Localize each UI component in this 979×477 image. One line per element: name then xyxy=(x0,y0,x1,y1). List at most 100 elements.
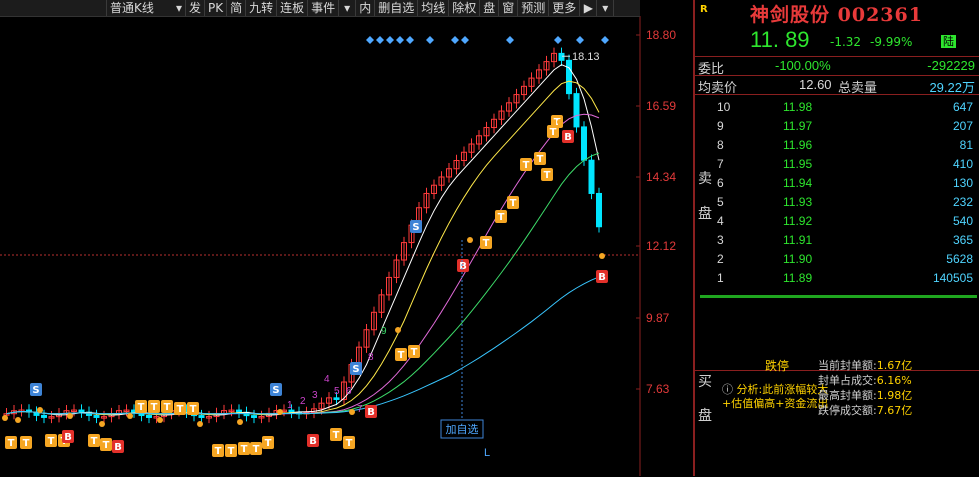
level-volume: 540 xyxy=(952,214,973,228)
export-icon[interactable]: ▶ xyxy=(580,0,598,16)
order-book-row[interactable]: 1 11.89 140505 xyxy=(695,271,979,289)
level-number: 6 xyxy=(717,176,724,190)
limit-stat-row: 跌停成交额:7.67亿 xyxy=(818,403,912,418)
candle-body xyxy=(588,159,595,194)
buy-side: 买 盘 跌停 ⓘ 分析:此前涨幅较大+估值偏高+资金流出 当前封单额:1.67亿… xyxy=(695,359,979,477)
toolbar-item-forecast[interactable]: 预测 xyxy=(518,0,550,16)
signal-badge-t: T xyxy=(534,152,546,165)
dropdown-icon[interactable]: ▾ xyxy=(597,0,615,16)
level-volume: 81 xyxy=(959,138,973,152)
stat-label: 最高封单额: xyxy=(818,389,877,402)
info-icon: ⓘ xyxy=(722,383,733,396)
signal-dot xyxy=(277,409,283,415)
chevron-down-icon[interactable]: ▾ xyxy=(339,0,357,16)
toolbar-item-nei[interactable]: 内 xyxy=(356,0,376,16)
order-book-row[interactable]: 4 11.92 540 xyxy=(695,214,979,232)
total-sell-value: 29.22万 xyxy=(929,80,975,95)
signal-badge-t: T xyxy=(250,442,262,455)
signal-badge-b: B xyxy=(596,270,608,283)
order-book-row[interactable]: 10 11.98 647 xyxy=(695,100,979,118)
toolbar-item-ma[interactable]: 均线 xyxy=(418,0,450,16)
buy-side-label-2: 盘 xyxy=(698,408,712,424)
signal-badge-t: T xyxy=(212,444,224,457)
signal-dot xyxy=(157,417,163,423)
weibi-pct: -100.00% xyxy=(775,58,831,73)
count-label: 7 xyxy=(357,404,363,415)
badge-letter: S xyxy=(272,385,279,396)
badge-letter: T xyxy=(333,430,340,441)
count-label: 8 xyxy=(368,352,374,363)
order-book-row[interactable]: 5 11.93 232 xyxy=(695,195,979,213)
toolbar-item-lianban[interactable]: 连板 xyxy=(277,0,309,16)
toolbar-item-pk[interactable]: PK xyxy=(205,0,228,16)
order-book-row[interactable]: 7 11.95 410 xyxy=(695,157,979,175)
signal-badge-t: T xyxy=(135,400,147,413)
signal-badge-t: T xyxy=(262,436,274,449)
order-book-row[interactable]: 9 11.97 207 xyxy=(695,119,979,137)
stat-label: 封单占成交: xyxy=(818,374,877,387)
signal-badge-t: T xyxy=(100,438,112,451)
signal-badge-s: S xyxy=(350,362,362,375)
quote-panel: R 神剑股份 002361 11. 89 -1.32 -9.99% 陆 委比 -… xyxy=(693,0,979,476)
y-axis-label: 16.59 xyxy=(646,99,676,113)
toolbar-item-remove-watchlist[interactable]: 删自选 xyxy=(375,0,419,16)
badge-letter: S xyxy=(352,364,359,375)
total-sell-label: 总卖量 xyxy=(838,81,878,96)
level-number: 8 xyxy=(717,138,724,152)
candle-body xyxy=(78,409,85,413)
weibi-value: -292229 xyxy=(927,58,975,73)
level-price: 11.91 xyxy=(783,233,813,247)
toolbar-item-window[interactable]: 窗 xyxy=(499,0,519,16)
y-axis-label: 7.63 xyxy=(646,382,670,396)
candle-body xyxy=(236,409,242,413)
toolbar-item-pan[interactable]: 盘 xyxy=(480,0,500,16)
y-axis-label: 9.87 xyxy=(646,311,670,325)
kline-type-select[interactable]: 普通K线 ▾ xyxy=(107,0,186,16)
signal-badge-t: T xyxy=(395,348,407,361)
last-price: 11. 89 xyxy=(750,27,810,52)
level-price: 11.95 xyxy=(783,157,813,171)
order-book-row[interactable]: 6 11.94 130 xyxy=(695,176,979,194)
signal-badge-b: B xyxy=(112,440,124,453)
signal-badge-b: B xyxy=(62,430,74,443)
badge-letter: B xyxy=(309,436,317,447)
signal-badge-t: T xyxy=(541,168,553,181)
badge-letter: T xyxy=(544,170,551,181)
signal-badge-b: B xyxy=(562,130,574,143)
level-volume: 140505 xyxy=(932,271,973,285)
signal-badge-s: S xyxy=(410,220,422,233)
level-number: 3 xyxy=(717,233,724,247)
signal-badge-t: T xyxy=(148,400,160,413)
order-book-row[interactable]: 8 11.96 81 xyxy=(695,138,979,156)
toolbar-item-jiuzhuan[interactable]: 九转 xyxy=(246,0,278,16)
level-number: 4 xyxy=(717,214,724,228)
toolbar-item-jian[interactable]: 简 xyxy=(227,0,247,16)
level-number: 1 xyxy=(717,271,724,285)
toolbar-spacer xyxy=(0,0,107,16)
signal-dot xyxy=(99,421,105,427)
stat-label: 当前封单额: xyxy=(818,359,877,372)
order-book-row[interactable]: 2 11.90 5628 xyxy=(695,252,979,270)
signal-badge-t: T xyxy=(88,434,100,447)
badge-letter: B xyxy=(114,442,122,453)
candle-body xyxy=(581,126,587,161)
candle-body xyxy=(596,192,602,228)
toolbar-item-exright[interactable]: 除权 xyxy=(449,0,481,16)
level-volume: 130 xyxy=(952,176,973,190)
limit-stats: 当前封单额:1.67亿 封单占成交:6.16% 最高封单额:1.98亿 跌停成交额:7… xyxy=(818,358,912,418)
candle-body xyxy=(93,414,100,418)
level-number: 7 xyxy=(717,157,724,171)
count-label: 9 xyxy=(381,326,387,337)
order-book-row[interactable]: 3 11.91 365 xyxy=(695,233,979,251)
toolbar-item-fa[interactable]: 发 xyxy=(186,0,206,16)
signal-dot xyxy=(467,237,473,243)
add-watchlist-button[interactable]: 加自选 xyxy=(446,423,479,436)
toolbar-item-events[interactable]: 事件 xyxy=(308,0,340,16)
signal-badge-t: T xyxy=(187,402,199,415)
count-label: 2 xyxy=(300,396,306,407)
toolbar-item-more[interactable]: 更多 xyxy=(549,0,581,16)
badge-letter: T xyxy=(241,444,248,455)
candle-body xyxy=(333,397,340,400)
kline-chart[interactable]: 18.80 16.59 14.34 12.12 9.87 7.63 18.13 T T T T T T T… xyxy=(0,0,693,476)
badge-letter: B xyxy=(459,261,467,272)
